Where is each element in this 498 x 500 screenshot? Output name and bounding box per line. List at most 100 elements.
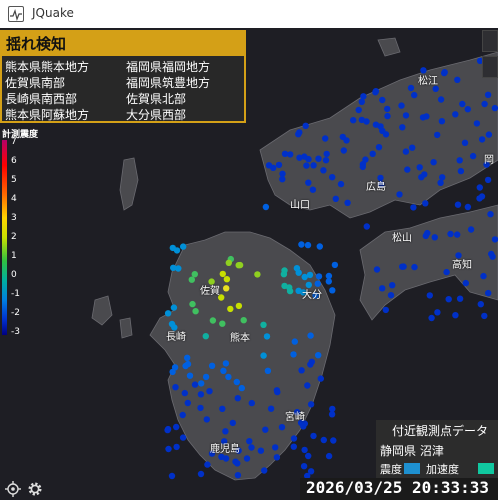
- station-marker: [197, 470, 205, 478]
- station-marker: [452, 312, 459, 319]
- station-marker: [293, 265, 301, 272]
- station-marker: [300, 463, 308, 470]
- station-marker: [328, 411, 336, 418]
- station-marker: [170, 264, 177, 271]
- scale-tick: -2: [11, 308, 20, 318]
- station-marker: [480, 272, 487, 280]
- sidebar-toggle-button[interactable]: [482, 30, 498, 52]
- station-marker: [478, 136, 486, 143]
- station-marker: [173, 423, 180, 431]
- station-marker: [261, 467, 268, 474]
- station-marker: [303, 162, 310, 169]
- landmass-goto-islands: [91, 295, 133, 339]
- station-marker: [399, 124, 406, 131]
- station-marker: [469, 152, 477, 160]
- clock-display: 2026/03/25 20:33:33: [306, 478, 490, 497]
- station-marker: [272, 444, 279, 451]
- station-marker: [191, 381, 199, 388]
- station-marker: [222, 428, 229, 435]
- landmass-shikoku: [359, 204, 498, 321]
- shaking-alert-panel: 揺れ検知 熊本県熊本地方 福岡県福岡地方 佐賀県南部 福岡県筑豊地方 長崎県南西…: [0, 30, 246, 123]
- station-marker: [452, 111, 459, 118]
- scale-tick: -1: [11, 289, 20, 299]
- station-marker: [422, 200, 429, 207]
- station-marker: [439, 174, 446, 181]
- alert-region: 福岡県筑豊地方: [126, 76, 211, 90]
- station-marker: [260, 352, 267, 359]
- station-marker: [180, 243, 187, 250]
- station-marker: [489, 253, 496, 260]
- station-marker: [325, 452, 333, 460]
- station-marker: [279, 170, 286, 177]
- station-marker: [359, 163, 366, 171]
- station-marker: [291, 338, 298, 345]
- station-marker: [422, 232, 429, 240]
- map-label-kagoshima: 鹿児島: [210, 444, 240, 455]
- window-title: JQuake: [32, 6, 74, 20]
- station-marker: [304, 382, 311, 389]
- station-marker: [219, 320, 226, 327]
- station-marker: [461, 139, 469, 146]
- station-marker: [267, 405, 275, 412]
- station-marker: [485, 289, 492, 297]
- nearby-title: 付近観測点データ: [392, 424, 489, 438]
- station-marker: [481, 100, 488, 108]
- station-marker: [202, 333, 209, 340]
- station-marker: [462, 279, 469, 287]
- station-marker: [275, 161, 283, 169]
- locate-icon[interactable]: [4, 480, 22, 498]
- landmass-tsushima: [119, 157, 139, 211]
- station-marker: [457, 167, 465, 175]
- station-marker: [375, 144, 383, 151]
- station-marker: [308, 358, 315, 365]
- station-marker: [411, 91, 418, 99]
- station-marker: [301, 446, 308, 454]
- station-marker: [416, 164, 423, 171]
- station-marker: [290, 443, 297, 450]
- sidebar-toggle-button[interactable]: [482, 56, 498, 78]
- station-marker: [350, 117, 357, 124]
- station-marker: [301, 153, 308, 160]
- station-marker: [179, 434, 187, 441]
- map-label-nagasaki: 長崎: [166, 332, 186, 343]
- station-marker: [355, 106, 362, 114]
- station-marker: [320, 167, 327, 174]
- scale-tick: 6: [11, 156, 17, 166]
- station-marker: [234, 460, 241, 467]
- station-marker: [246, 438, 253, 445]
- station-marker: [302, 122, 309, 129]
- alert-region: 佐賀県北部: [126, 92, 187, 106]
- alert-region: 佐賀県南部: [5, 76, 66, 90]
- map-label-miyazaki: 宮崎: [285, 412, 305, 423]
- map-label-yamaguchi: 山口: [290, 200, 310, 211]
- station-marker: [262, 203, 270, 211]
- station-marker: [491, 236, 498, 243]
- station-marker: [307, 468, 315, 475]
- landmass-oki: [377, 37, 401, 57]
- station-marker: [456, 295, 464, 302]
- station-marker: [358, 116, 365, 124]
- station-marker: [168, 472, 176, 480]
- gear-icon[interactable]: [26, 480, 44, 498]
- station-marker: [188, 276, 195, 283]
- station-marker: [476, 184, 483, 191]
- station-marker: [431, 234, 438, 241]
- station-marker: [164, 426, 171, 434]
- station-marker: [369, 150, 376, 157]
- station-marker: [409, 144, 416, 151]
- station-marker: [411, 263, 418, 271]
- alert-region: 福岡県福岡地方: [126, 60, 211, 74]
- station-marker: [402, 112, 410, 119]
- station-marker: [307, 401, 315, 408]
- station-marker: [290, 351, 297, 358]
- intensity-scale-title: 計測震度: [2, 130, 39, 140]
- legend-acceleration-label: 加速度: [426, 463, 459, 476]
- station-marker: [235, 302, 243, 310]
- station-marker: [287, 151, 294, 158]
- station-marker: [306, 271, 314, 279]
- station-marker: [179, 411, 186, 419]
- scale-tick: -3: [11, 327, 20, 337]
- station-marker: [233, 378, 240, 386]
- station-marker: [290, 435, 298, 442]
- station-marker: [240, 317, 247, 324]
